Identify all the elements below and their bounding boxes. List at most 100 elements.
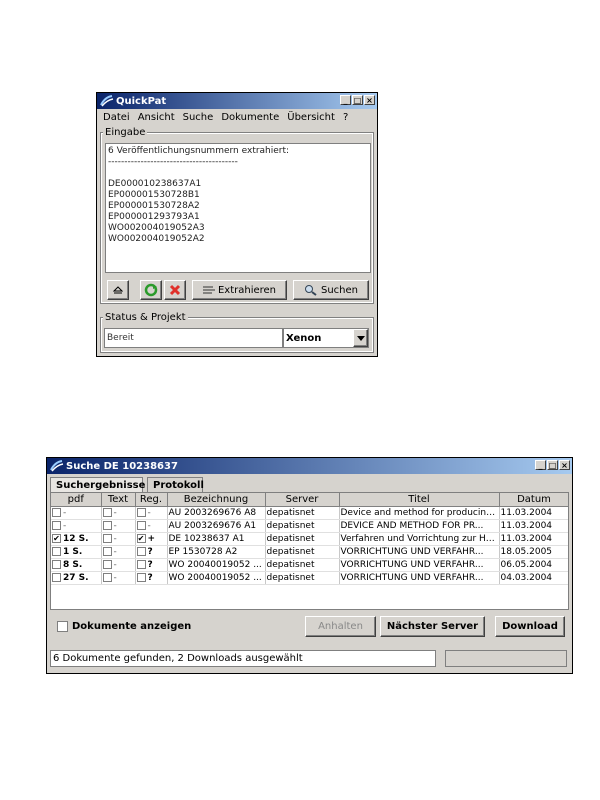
datum-value: 11.03.2004 [500, 521, 553, 531]
col-pdf[interactable]: pdf [51, 493, 102, 507]
cell-datum: 11.03.2004 [499, 506, 568, 520]
maximize-button[interactable]: □ [352, 95, 363, 105]
cell-text: - [101, 545, 136, 559]
pdf-checkbox[interactable] [52, 560, 61, 569]
menu-ansicht[interactable]: Ansicht [138, 112, 175, 123]
status-field: Bereit [104, 328, 283, 348]
col-server[interactable]: Server [265, 493, 340, 507]
col-text[interactable]: Text [101, 493, 136, 507]
text-line: ----------------------------------------… [108, 157, 238, 167]
cell-text: - [101, 532, 136, 546]
bezeichnung-value: AU 2003269676 A1 [168, 521, 257, 531]
cell-server: depatisnet [265, 532, 340, 546]
download-button[interactable]: Download [495, 616, 565, 637]
datum-value: 11.03.2004 [500, 534, 553, 544]
collapse-button[interactable] [107, 280, 129, 300]
text-checkbox[interactable] [102, 560, 112, 569]
clear-button[interactable] [164, 280, 186, 300]
status-text: 6 Dokumente gefunden, 2 Downloads ausgew… [50, 650, 436, 667]
table-row[interactable]: - - - AU 2003269676 A8 depatisnet Device and … [51, 506, 568, 520]
tab-protokoll[interactable]: Protokoll [147, 477, 204, 492]
suche-titlebar[interactable]: Suche DE 10238637 _ □ × [47, 458, 572, 474]
text-checkbox[interactable] [102, 573, 112, 582]
reg-value: ? [147, 547, 153, 557]
cell-server: depatisnet [265, 506, 340, 520]
text-checkbox[interactable] [102, 547, 112, 556]
menu-suche[interactable]: Suche [183, 112, 214, 123]
list-icon [202, 286, 215, 293]
cell-server: depatisnet [265, 545, 340, 559]
col-reg[interactable]: Reg. [135, 493, 168, 507]
status-project-label: Status & Projekt [103, 312, 188, 323]
titel-value: VORRICHTUNG UND VERFAHR... [340, 547, 484, 557]
dropdown-arrow-icon[interactable] [353, 329, 368, 347]
search-button[interactable]: Suchen [293, 280, 369, 300]
col-titel[interactable]: Titel [339, 493, 500, 507]
cell-text: - [101, 571, 136, 585]
table-row[interactable]: 8 S. -? WO 20040019052 ... depatisnet VORRIC… [51, 558, 568, 572]
red-x-icon [169, 284, 181, 296]
text-line: DE000010238637A1 [108, 179, 202, 189]
quickpat-titlebar[interactable]: QuickPat _ □ × [97, 93, 377, 109]
pdf-checkbox[interactable] [52, 547, 61, 556]
cell-pdf: - [51, 506, 102, 520]
text-value: - [113, 534, 117, 544]
eingabe-textarea[interactable]: 6 Veröffentlichungsnummern extrahiert: -… [105, 143, 371, 273]
reg-checkbox[interactable]: ✔ [136, 534, 146, 543]
text-line: WO002004019052A2 [108, 234, 205, 244]
cell-titel: Verfahren und Vorrichtung zur He... [339, 532, 500, 546]
extract-button[interactable]: Extrahieren [192, 280, 287, 300]
titel-value: Device and method for producing... [340, 508, 499, 518]
text-value: - [113, 508, 117, 518]
table-row[interactable]: 1 S. -? EP 1530728 A2 depatisnet VORRICHTUNG… [51, 545, 568, 559]
refresh-button[interactable] [140, 280, 162, 300]
menu-uebersicht[interactable]: Übersicht [287, 112, 335, 123]
tab-suchergebnisse[interactable]: Suchergebnisse [50, 477, 145, 492]
table-row[interactable]: ✔ 12 S. - ✔ + DE 10238637 A1 depatisnet Verfahr… [51, 532, 568, 546]
cell-pdf: ✔ 12 S. [51, 532, 102, 546]
reg-checkbox[interactable] [136, 547, 146, 556]
pdf-pages: 8 S. [63, 560, 83, 570]
cell-datum: 04.03.2004 [499, 571, 568, 585]
table-row[interactable]: 27 S. -? WO 20040019052 ... depatisnet VORRI… [51, 571, 568, 585]
text-checkbox[interactable] [102, 508, 112, 517]
table-header: pdf Text Reg. Bezeichnung Server Titel D… [51, 493, 568, 507]
menu-dokumente[interactable]: Dokumente [221, 112, 279, 123]
cell-titel: VORRICHTUNG UND VERFAHR... [339, 571, 500, 585]
cell-text: - [101, 519, 136, 533]
pdf-checkbox[interactable] [52, 508, 61, 517]
datum-value: 18.05.2005 [500, 547, 553, 557]
cell-datum: 11.03.2004 [499, 519, 568, 533]
minimize-button[interactable]: _ [535, 460, 546, 470]
next-server-button[interactable]: Nächster Server [380, 616, 485, 637]
project-select[interactable]: Xenon [283, 328, 369, 348]
reg-checkbox[interactable] [136, 508, 146, 517]
text-checkbox[interactable] [102, 521, 112, 530]
halt-button[interactable]: Anhalten [305, 616, 376, 637]
bezeichnung-value: DE 10238637 A1 [168, 534, 245, 544]
text-checkbox[interactable] [102, 534, 112, 543]
col-datum[interactable]: Datum [499, 493, 568, 507]
reg-checkbox[interactable] [136, 521, 146, 530]
pdf-checkbox[interactable] [52, 573, 61, 582]
menu-datei[interactable]: Datei [103, 112, 130, 123]
menu-help[interactable]: ? [343, 112, 348, 123]
show-docs-checkbox[interactable]: Dokumente anzeigen [57, 621, 191, 632]
close-button[interactable]: × [364, 95, 375, 105]
table-row[interactable]: - - - AU 2003269676 A1 depatisnet DEVICE AND … [51, 519, 568, 533]
text-line: EP000001293793A1 [108, 212, 200, 222]
cell-bezeichnung: AU 2003269676 A1 [167, 519, 266, 533]
pdf-checkbox[interactable] [52, 521, 61, 530]
reg-checkbox[interactable] [136, 573, 146, 582]
maximize-button[interactable]: □ [547, 460, 558, 470]
pdf-checkbox[interactable]: ✔ [52, 534, 61, 543]
checkbox-icon[interactable] [57, 621, 68, 632]
col-bezeichnung[interactable]: Bezeichnung [167, 493, 266, 507]
pdf-pages: 27 S. [63, 573, 89, 583]
close-button[interactable]: × [559, 460, 570, 470]
minimize-button[interactable]: _ [340, 95, 351, 105]
cell-titel: VORRICHTUNG UND VERFAHR... [339, 558, 500, 572]
cell-reg: ✔ + [135, 532, 168, 546]
reg-checkbox[interactable] [136, 560, 146, 569]
reg-value: ? [147, 560, 153, 570]
